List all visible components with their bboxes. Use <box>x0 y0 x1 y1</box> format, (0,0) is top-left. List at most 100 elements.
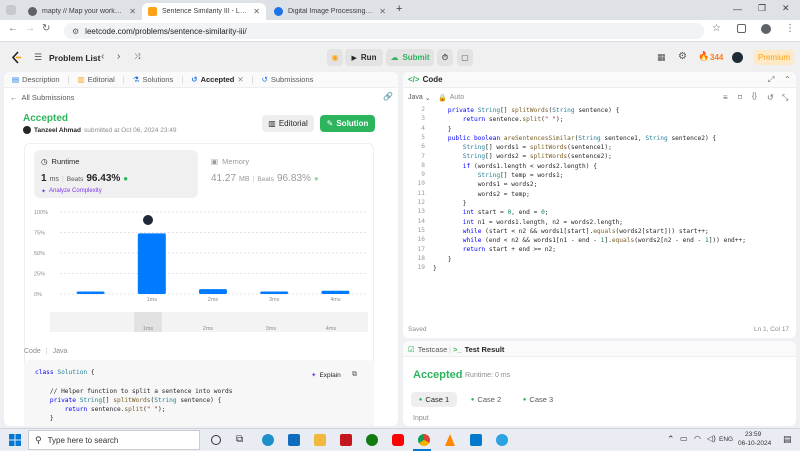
settings-icon[interactable]: ⚙ <box>678 51 687 62</box>
memory-value-row[interactable]: 41.27 MB | Beats 96.83% ● <box>211 173 319 184</box>
timer-icon[interactable]: ⏱ <box>437 49 453 66</box>
auto-mode[interactable]: 🔒 Auto <box>438 94 464 102</box>
case-1-button[interactable]: ● Case 1 <box>411 392 457 407</box>
copy-icon[interactable]: ⧉ <box>352 371 357 379</box>
language-select[interactable]: Java ⌄ <box>408 94 431 102</box>
minimize-icon[interactable]: — <box>733 4 742 14</box>
browser-tab-leetcode[interactable]: Sentence Similarity III - LeetCo ✕ <box>142 3 266 20</box>
streak-count[interactable]: 344 <box>710 53 723 62</box>
bookmark-star-icon[interactable]: ☆ <box>712 23 721 34</box>
analyze-complexity-link[interactable]: ✦ Analyze Complexity <box>41 188 102 195</box>
telegram-icon[interactable] <box>496 434 508 446</box>
runtime-distribution-chart[interactable]: 100% 75% 50% 25% 0% 1ms 2ms 3ms 4ms <box>34 204 370 304</box>
bar-3ms[interactable] <box>260 291 289 294</box>
maximize-icon[interactable]: ❐ <box>758 3 766 14</box>
problem-list-link[interactable]: Problem List <box>49 53 100 63</box>
tab-search-icon[interactable] <box>6 5 16 15</box>
expand-icon[interactable]: ⤢ <box>768 75 774 85</box>
vlc-icon[interactable] <box>444 434 456 446</box>
windows-start-icon[interactable] <box>9 434 21 446</box>
close-icon[interactable]: ✕ <box>237 75 243 84</box>
fullscreen-icon[interactable]: ⤡ <box>782 93 788 103</box>
language-indicator[interactable]: ENG <box>719 436 733 443</box>
url-field[interactable]: ⚙ leetcode.com/problems/sentence-similar… <box>64 23 704 39</box>
clock-time[interactable]: 23:59 <box>745 431 761 438</box>
site-info-icon[interactable]: ⚙ <box>72 27 79 36</box>
chrome-menu-icon[interactable]: ⋮ <box>785 23 795 34</box>
task-view-icon[interactable]: ⧉ <box>236 434 243 445</box>
volume-icon[interactable]: ◁) <box>707 434 716 443</box>
tab-editorial[interactable]: ▥ Editorial <box>78 75 115 84</box>
case-3-button[interactable]: ● Case 3 <box>515 392 561 407</box>
wifi-icon[interactable]: ◠ <box>694 434 701 443</box>
layout-icon[interactable]: ▦ <box>657 52 666 63</box>
browser-tab-dip[interactable]: Digital Image Processing - - Un ✕ <box>268 3 392 20</box>
youtube-icon[interactable] <box>392 434 404 446</box>
runtime-range-slider[interactable]: 1ms 2ms 3ms 4ms <box>50 312 370 334</box>
format-icon[interactable]: ≡ <box>723 93 728 102</box>
tab-testcase[interactable]: ☑ Testcase <box>408 345 447 354</box>
reload-icon[interactable]: ↻ <box>42 23 50 34</box>
app-icon[interactable] <box>340 434 352 446</box>
explain-button[interactable]: ✦ Explain <box>311 371 341 380</box>
memory-label[interactable]: ▣ Memory <box>211 157 249 166</box>
case-2-button[interactable]: ● Case 2 <box>463 392 509 407</box>
submit-button[interactable]: ☁ Submit <box>386 49 434 66</box>
tab-accepted[interactable]: ↺ Accepted ✕ <box>191 75 243 84</box>
tab-solutions[interactable]: ⚗ Solutions <box>133 75 174 84</box>
bar-4ms[interactable] <box>321 290 350 294</box>
xbox-icon[interactable] <box>366 434 378 446</box>
solution-button[interactable]: ✎ Solution <box>320 115 375 132</box>
clock-date[interactable]: 06-10-2024 <box>738 440 771 447</box>
notes-icon[interactable]: ▢ <box>457 49 473 66</box>
chrome-icon[interactable] <box>418 434 430 446</box>
new-tab-button[interactable]: + <box>396 3 402 15</box>
taskbar-search-box[interactable]: ⚲ Type here to search <box>28 430 200 450</box>
all-submissions-link[interactable]: ← All Submissions <box>10 93 74 102</box>
editorial-button[interactable]: ▥ Editorial <box>262 115 314 132</box>
mail-icon[interactable] <box>288 434 300 446</box>
tab-test-result[interactable]: >_ Test Result <box>453 345 504 354</box>
leetcode-logo-icon[interactable] <box>11 51 22 64</box>
debug-button[interactable]: ◉ <box>327 49 343 66</box>
back-icon[interactable]: ← <box>8 23 18 34</box>
tab-submissions[interactable]: ↺ Submissions <box>262 75 314 84</box>
list-icon[interactable]: ☰ <box>34 52 42 63</box>
collapse-icon[interactable]: ⌃ <box>784 75 791 84</box>
close-icon[interactable]: ✕ <box>379 7 386 16</box>
tray-chevron-up-icon[interactable]: ⌃ <box>667 434 675 445</box>
premium-button[interactable]: Premium <box>754 50 794 65</box>
code-line: } <box>433 264 746 273</box>
prev-problem-icon[interactable]: ‹ <box>101 51 104 62</box>
forward-icon[interactable]: → <box>25 23 35 34</box>
browser-tab-mapty[interactable]: mapty // Map your workouts ✕ <box>22 3 142 20</box>
author-name[interactable]: Tanzeel Ahmad <box>34 127 81 134</box>
run-button[interactable]: ▶ Run <box>345 49 383 66</box>
code-token: while <box>433 227 486 235</box>
extensions-icon[interactable] <box>737 24 746 33</box>
profile-icon[interactable] <box>761 24 771 34</box>
bar-1ms[interactable] <box>137 233 166 294</box>
braces-icon[interactable]: {} <box>752 93 757 100</box>
network-icon[interactable]: ▭ <box>680 434 688 443</box>
reset-icon[interactable]: ↺ <box>767 93 774 102</box>
shuffle-icon[interactable]: ⤨ <box>134 52 140 62</box>
bookmark-icon[interactable]: ⌑ <box>738 93 742 102</box>
tab-description[interactable]: ▤ Description <box>12 75 60 84</box>
code-line: if (words1.length < words2.length) { <box>433 162 746 171</box>
file-explorer-icon[interactable] <box>314 434 326 446</box>
bar-2ms[interactable] <box>199 289 227 294</box>
close-icon[interactable]: ✕ <box>129 7 136 16</box>
user-avatar[interactable] <box>732 52 743 63</box>
notifications-icon[interactable]: ▤ <box>783 434 792 445</box>
edge-icon[interactable] <box>262 434 274 446</box>
vscode-icon[interactable] <box>470 434 482 446</box>
code-text[interactable]: private String[] splitWords(String sente… <box>433 106 746 273</box>
streak-fire-icon[interactable]: 🔥 <box>698 51 709 62</box>
next-problem-icon[interactable]: › <box>117 51 120 62</box>
window-close-icon[interactable]: ✕ <box>782 3 790 14</box>
cortana-icon[interactable] <box>211 435 221 445</box>
share-link-icon[interactable]: 🔗 <box>383 92 393 101</box>
close-icon[interactable]: ✕ <box>253 7 260 16</box>
bar-0ms[interactable] <box>76 291 105 294</box>
